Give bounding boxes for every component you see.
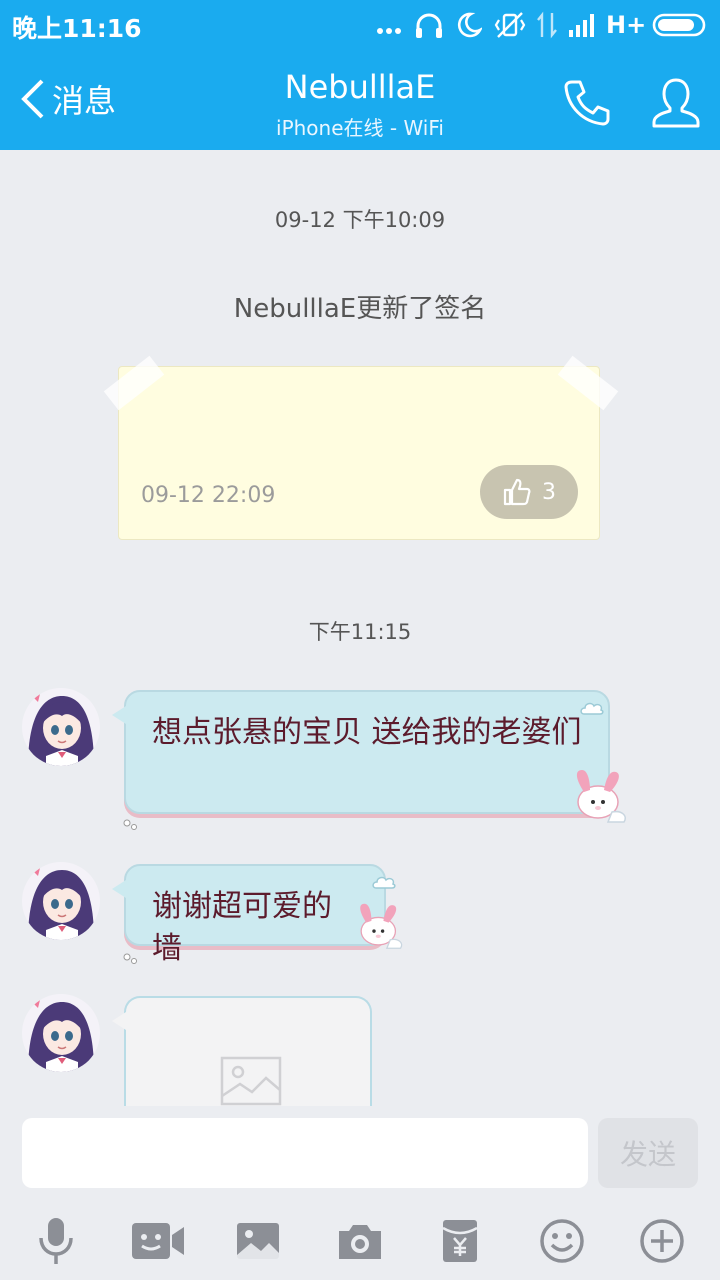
video-icon[interactable] — [128, 1214, 188, 1268]
phone-icon[interactable] — [560, 76, 612, 132]
plus-icon[interactable] — [632, 1214, 692, 1268]
cloud-sticker-icon — [580, 686, 604, 728]
like-count: 3 — [542, 479, 556, 505]
thumbs-up-icon — [503, 478, 531, 506]
avatar[interactable] — [22, 994, 100, 1072]
timestamp: 下午11:15 — [308, 620, 412, 644]
anime-girl-avatar — [22, 994, 100, 1072]
status-time: 晚上11:16 — [12, 14, 142, 43]
message-input[interactable] — [22, 1118, 588, 1188]
anime-girl-avatar — [22, 688, 100, 766]
send-button[interactable]: 发送 — [598, 1118, 698, 1188]
composer: 发送 — [0, 1106, 720, 1204]
emoji-icon[interactable] — [532, 1214, 592, 1268]
image-icon[interactable] — [228, 1214, 288, 1268]
bubble-tail — [112, 706, 126, 724]
vibrate-off-icon — [494, 11, 526, 39]
network-type: H+ — [606, 11, 647, 39]
system-message: NebulllaE更新了签名 — [233, 294, 487, 324]
timestamp: 09-12 下午10:09 — [274, 208, 446, 232]
sparkle-icon — [122, 802, 140, 844]
bunny-sticker-icon — [568, 768, 632, 836]
data-arrows-icon — [536, 11, 558, 39]
cloud-sticker-icon — [372, 860, 396, 902]
signature-card[interactable]: 09-12 22:09 3 — [103, 355, 619, 540]
tape-decoration — [557, 355, 619, 411]
message-text: 谢谢超可爱的墙 — [152, 889, 332, 966]
microphone-icon[interactable] — [26, 1214, 86, 1268]
avatar[interactable] — [22, 688, 100, 766]
battery-icon — [652, 11, 710, 39]
anime-girl-avatar — [22, 862, 100, 940]
avatar[interactable] — [22, 862, 100, 940]
moon-icon — [456, 11, 482, 39]
online-status: iPhone在线 - WiFi — [276, 116, 444, 140]
tape-decoration — [103, 355, 165, 411]
signal-icon — [568, 11, 598, 39]
image-placeholder-icon — [220, 1056, 282, 1106]
sparkle-icon — [122, 936, 140, 978]
message-text: 想点张悬的宝贝 送给我的老婆们 — [152, 715, 582, 750]
bubble-tail — [112, 1012, 126, 1030]
status-bar: 晚上11:16 H+ — [0, 0, 720, 50]
bubble-tail — [112, 880, 126, 898]
title-bar: 消息 NebulllaE iPhone在线 - WiFi — [0, 50, 720, 150]
headphones-icon — [414, 11, 444, 39]
input-toolbar — [0, 1204, 720, 1280]
image-message[interactable] — [112, 996, 372, 1106]
camera-icon[interactable] — [330, 1214, 390, 1268]
message-bubble[interactable]: 想点张悬的宝贝 送给我的老婆们 — [112, 690, 626, 830]
red-packet-icon[interactable] — [430, 1214, 490, 1268]
chat-area[interactable]: 09-12 下午10:09 NebulllaE更新了签名 09-12 22:09… — [0, 150, 720, 1106]
contact-icon[interactable] — [648, 76, 704, 136]
like-button[interactable]: 3 — [480, 465, 578, 519]
bunny-sticker-icon — [352, 902, 408, 962]
signature-date: 09-12 22:09 — [141, 483, 276, 508]
message-bubble[interactable]: 谢谢超可爱的墙 — [112, 864, 403, 966]
contact-name: NebulllaE — [284, 68, 436, 106]
more-dots-icon — [376, 11, 402, 39]
